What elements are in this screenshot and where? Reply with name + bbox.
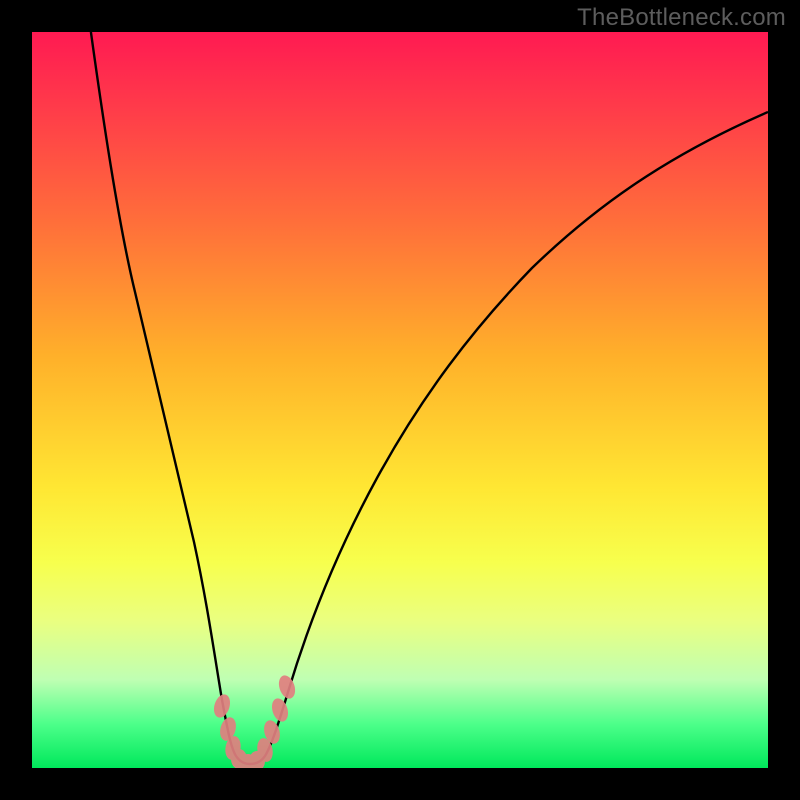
bottleneck-curve-path [91, 32, 768, 764]
plot-area [32, 32, 768, 768]
optimal-range-markers [211, 673, 298, 768]
chart-frame: TheBottleneck.com [0, 0, 800, 800]
watermark-text: TheBottleneck.com [577, 4, 786, 32]
curve-svg [32, 32, 768, 768]
